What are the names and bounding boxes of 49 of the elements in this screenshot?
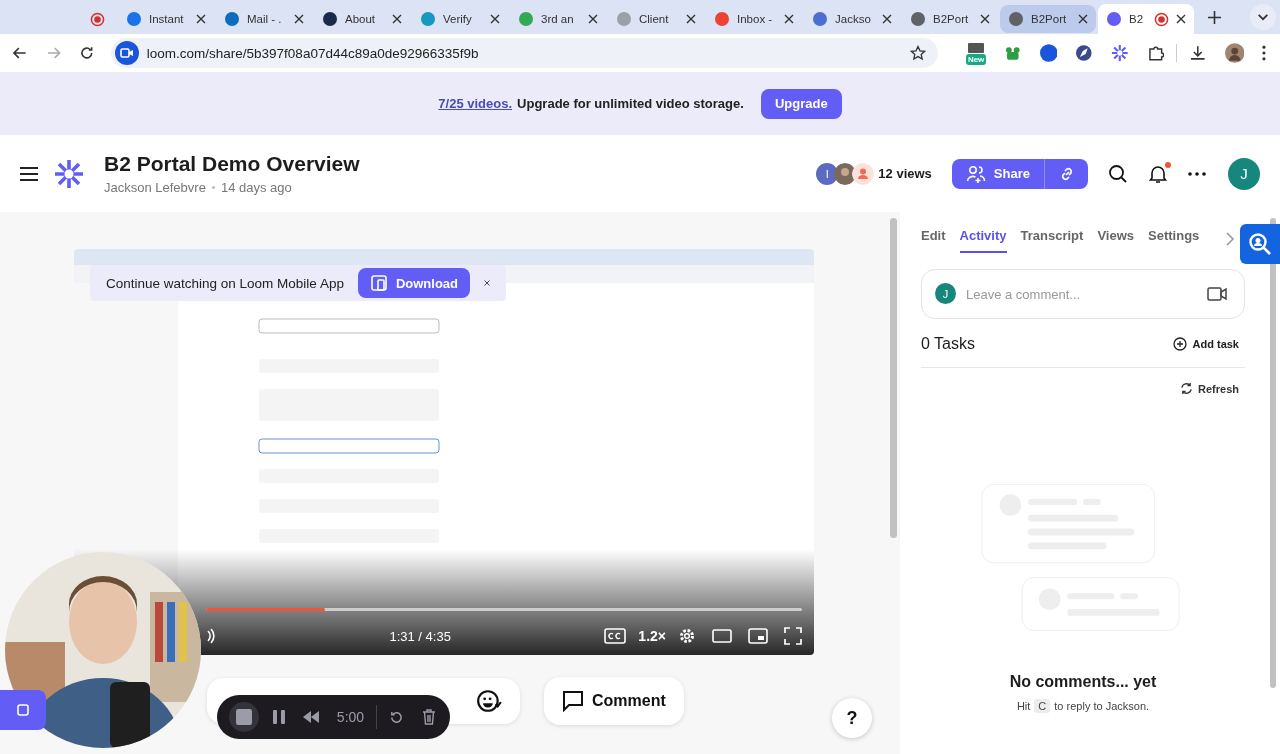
empty-state-title: No comments... yet [1008,673,1158,691]
upgrade-button[interactable]: Upgrade [760,88,842,119]
url-text: loom.com/share/5b397f08a07d44c89a0de92966335f9b [146,45,479,61]
browser-tab[interactable]: About [314,5,410,33]
tab-title: About [345,13,377,25]
keyboard-key: C [1034,699,1051,713]
new-badge: New [965,53,987,65]
tab-title: Jackso [835,13,872,25]
panel-tab[interactable]: Activity [959,224,1007,253]
comment-button[interactable]: Comment [544,677,684,725]
panel-tab[interactable]: Transcript [1020,224,1084,253]
add-task-button[interactable]: Add task [1166,337,1245,351]
tab-title: B2Port [933,13,970,25]
tab-title: B2Port [1031,13,1068,25]
tab-title: Inbox - [737,13,774,25]
hint-text: to reply to Jackson. [1054,700,1150,712]
video-title: B2 Portal Demo Overview [104,152,360,176]
tab-title: Client [639,13,670,25]
view-count[interactable]: 12 views [878,166,932,181]
tab-title: B2 [1129,13,1145,25]
tab-title: Verify [443,13,473,25]
browser-tab[interactable]: B2 [1098,4,1194,34]
browser-tab[interactable]: Client [608,5,704,33]
panel-tab[interactable]: Settings [1148,224,1200,253]
browser-tab[interactable]: Instant [118,5,214,33]
panel-tab[interactable]: Edit [921,224,946,253]
recording-time: 5:00 [336,709,365,725]
browser-tab[interactable]: B2Port [902,5,998,33]
usage-link[interactable]: 7/25 videos. [438,96,513,111]
address-bar[interactable]: loom.com/share/5b397f08a07d44c89a0de92966335f9b [110,38,938,68]
task-count: 0 Tasks [921,335,975,353]
upgrade-message: Upgrade for unlimited video storage. [517,96,744,111]
browser-tab[interactable]: Inbox - [706,5,802,33]
panel-tab[interactable]: Views [1097,224,1134,253]
browser-tab[interactable]: Verify [412,5,508,33]
help-button[interactable]: ? [832,698,872,738]
browser-tab[interactable]: 3rd an [510,5,606,33]
user-avatar[interactable]: J [1228,157,1260,190]
hint-text: Hit [1016,700,1031,712]
browser-tab[interactable]: B2Port [1000,5,1096,33]
browser-tab[interactable]: Mail - . [216,5,312,33]
upload-age: 14 days ago [220,180,292,195]
tab-title: 3rd an [541,13,575,25]
author-name: Jackson Lefebvre [104,180,206,195]
share-button[interactable]: Share [951,158,1044,189]
tab-title: Mail - . [247,13,283,25]
tab-title: Instant [149,13,185,25]
browser-tab[interactable]: Jackso [804,5,900,33]
refresh-button[interactable]: Refresh [1174,382,1245,395]
